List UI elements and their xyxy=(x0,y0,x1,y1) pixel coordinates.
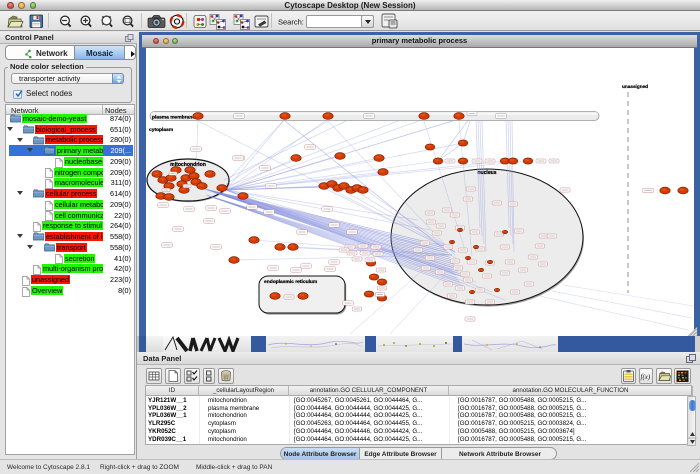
svg-text:unassigned: unassigned xyxy=(622,84,648,89)
svg-text:f(x): f(x) xyxy=(641,373,651,381)
svg-text:plasma membrane: plasma membrane xyxy=(152,115,195,121)
svg-text:nucleus: nucleus xyxy=(477,170,496,176)
svg-text:endoplasmic reticulum: endoplasmic reticulum xyxy=(264,279,318,285)
svg-text:Search:: Search: xyxy=(278,18,304,27)
svg-text:cytoplasm: cytoplasm xyxy=(149,127,174,133)
